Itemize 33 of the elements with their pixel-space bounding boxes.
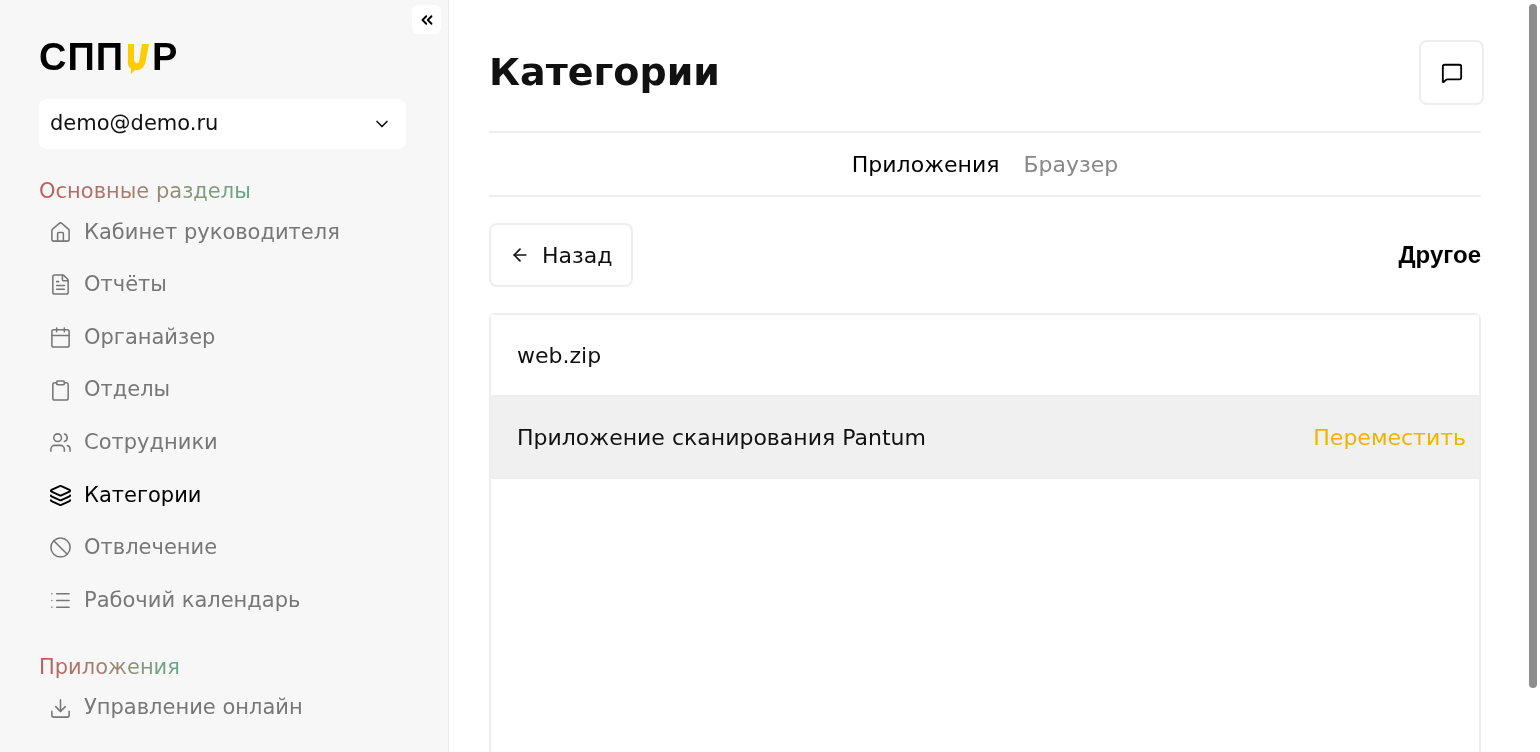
- nav-item[interactable]: Сотрудники: [39, 416, 409, 469]
- logo-text: СПП: [39, 40, 125, 74]
- clipboard-icon: [49, 378, 72, 402]
- scrollbar[interactable]: [1528, 4, 1537, 688]
- nav-item[interactable]: Органайзер: [39, 311, 409, 364]
- nav-item[interactable]: Отделы: [39, 363, 409, 417]
- collapse-sidebar-button[interactable]: [412, 5, 441, 34]
- download-icon: [49, 696, 72, 720]
- row-label: web.zip: [517, 341, 602, 370]
- category-name: Другое: [1398, 240, 1481, 270]
- nav-item[interactable]: Отчёты: [39, 258, 409, 312]
- tab[interactable]: Браузер: [1023, 147, 1119, 181]
- back-button[interactable]: Назад: [489, 223, 634, 287]
- prohibited-icon: [49, 536, 72, 560]
- nav-item[interactable]: Кабинет руководителя: [39, 206, 409, 259]
- home-icon: [49, 220, 72, 244]
- nav-item[interactable]: Отвлечение: [39, 521, 409, 575]
- list-row[interactable]: Приложение сканирования Pantum Переместить: [491, 397, 1479, 479]
- nav-item[interactable]: Рабочий календарь: [39, 574, 409, 627]
- feedback-button[interactable]: [1419, 40, 1484, 105]
- account-dropdown[interactable]: demo@demo.ru: [39, 99, 406, 149]
- document-icon: [49, 273, 72, 297]
- list-row[interactable]: web.zip: [491, 315, 1479, 397]
- page-title: Категории: [489, 49, 720, 96]
- users-icon: [49, 431, 72, 455]
- tab[interactable]: Приложения: [851, 147, 1000, 181]
- nav-item[interactable]: Категории: [39, 468, 409, 522]
- logo-text: Р: [152, 40, 178, 74]
- calendar-icon: [49, 326, 72, 349]
- row-label: Приложение сканирования Pantum: [517, 423, 926, 452]
- nav-item[interactable]: Управление онлайн: [39, 681, 409, 735]
- layers-icon: [49, 483, 72, 507]
- chat-icon: [1440, 61, 1463, 84]
